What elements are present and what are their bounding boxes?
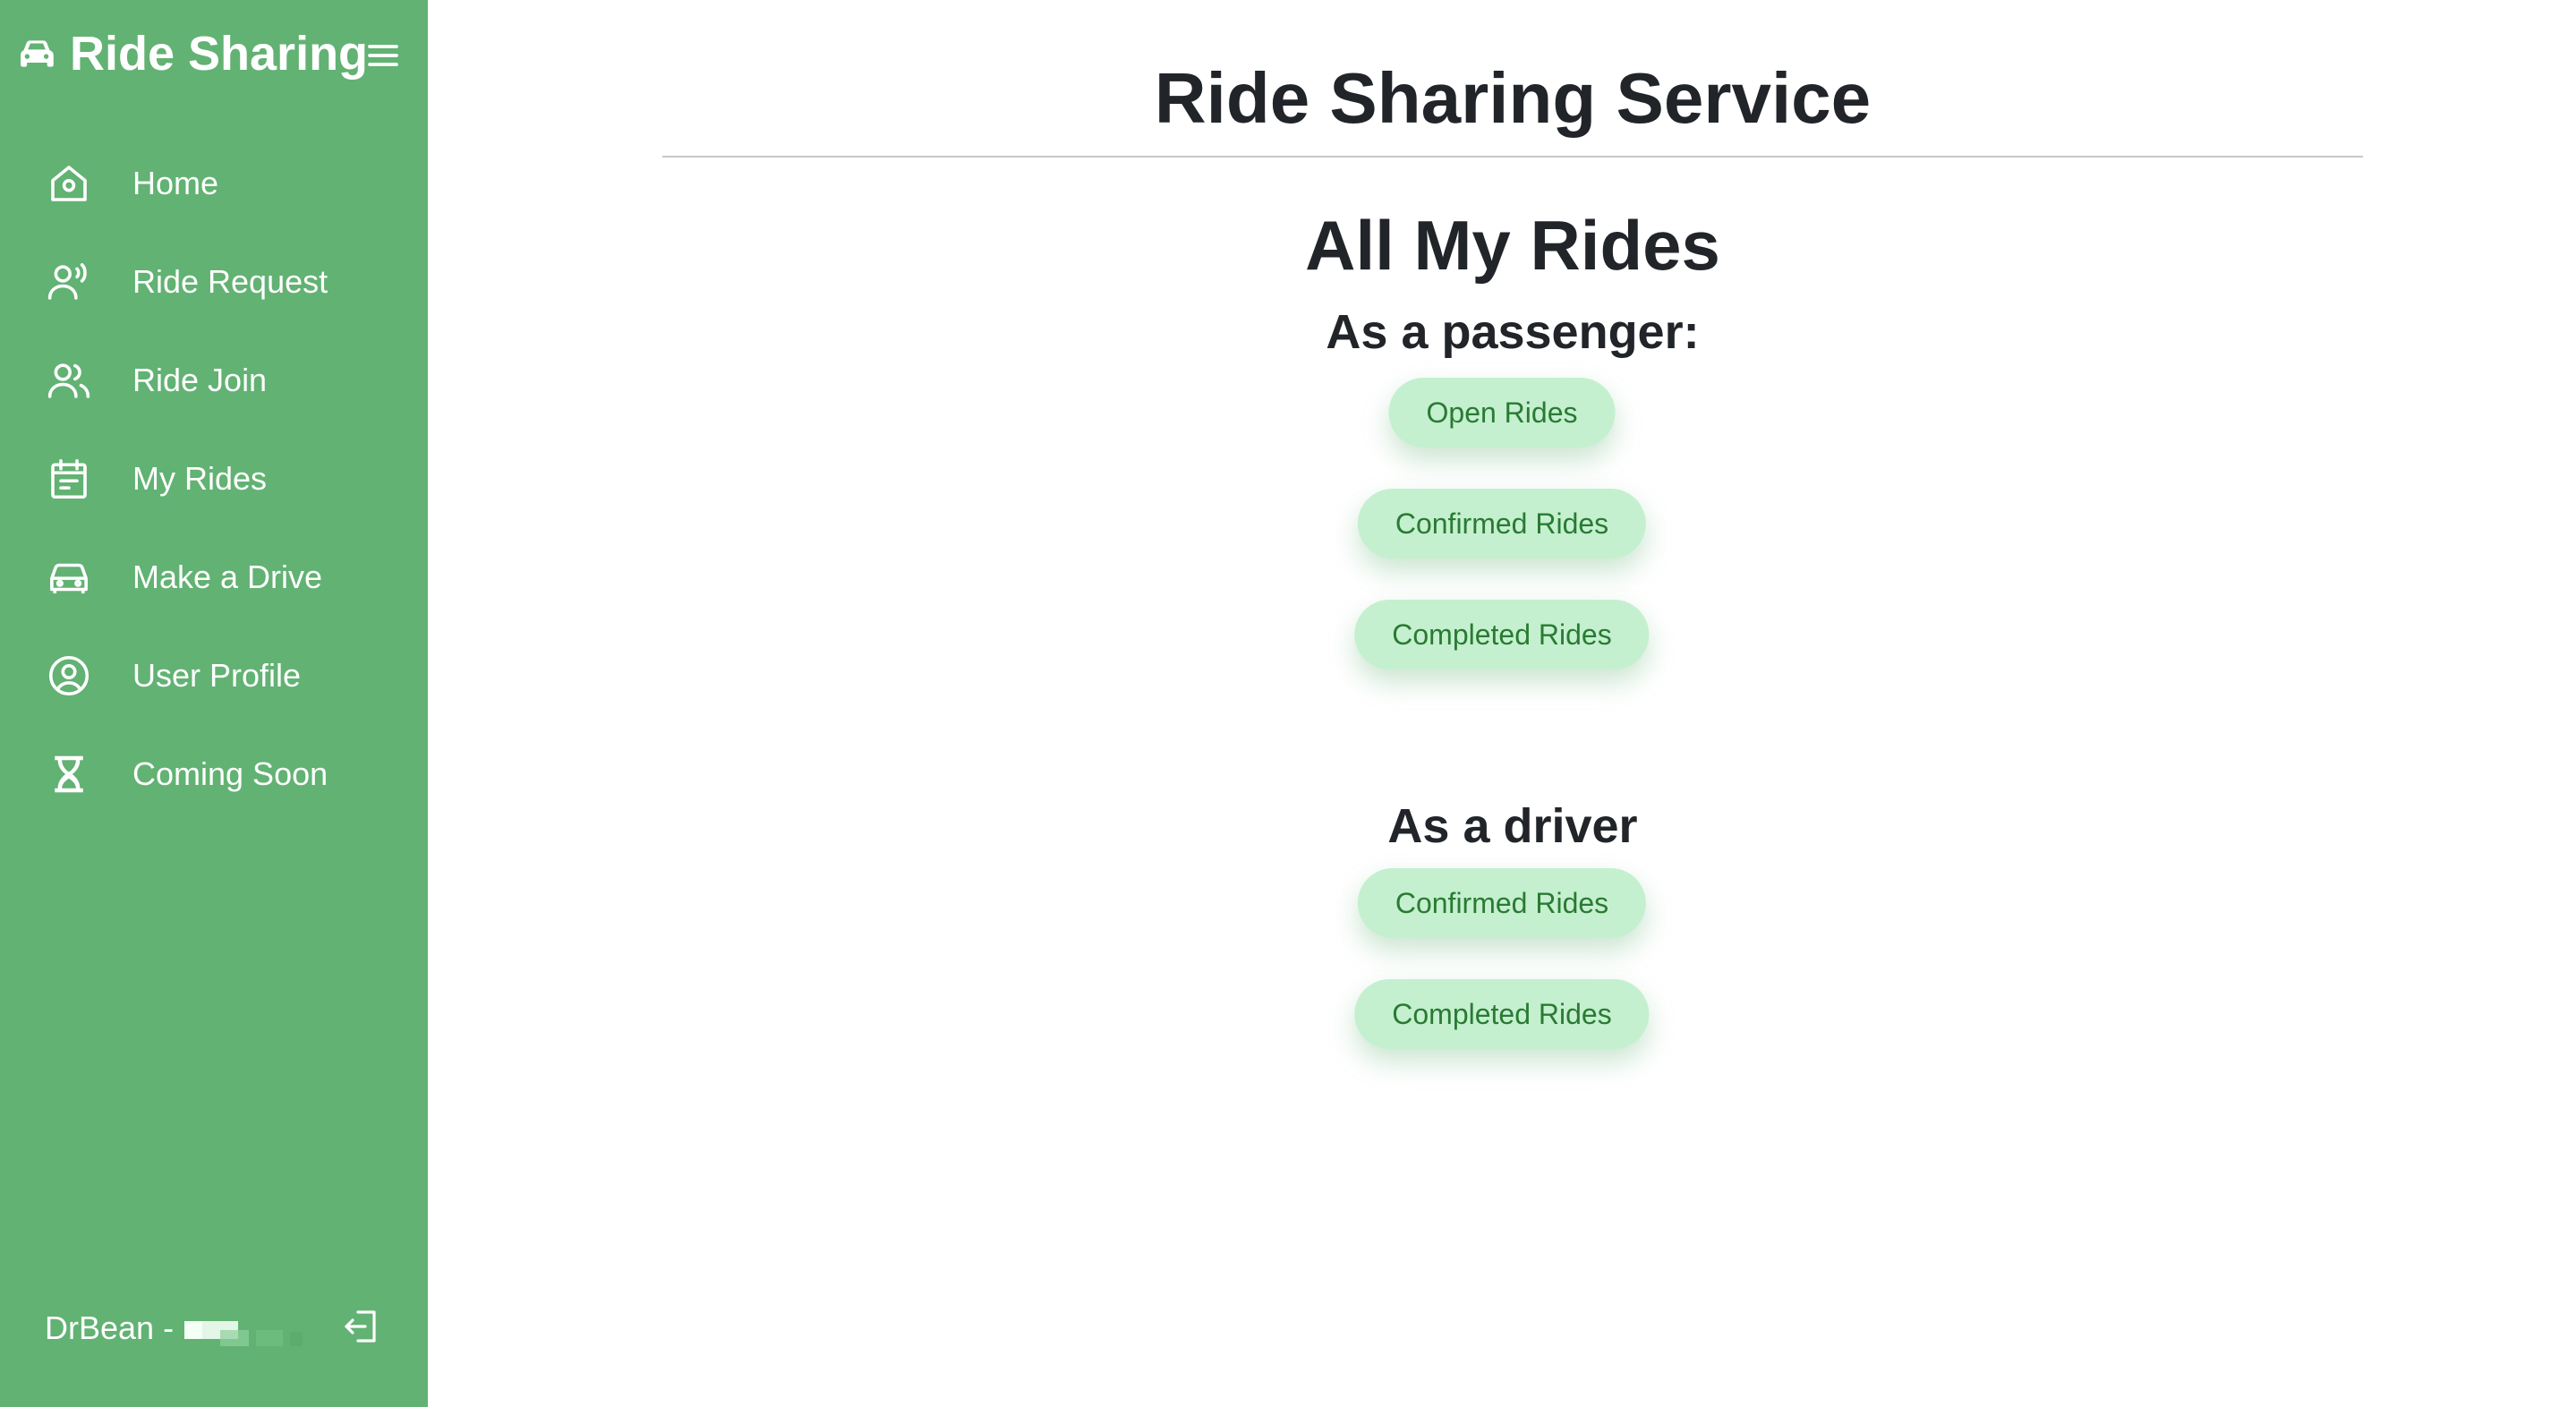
sidebar-item-make-a-drive[interactable]: Make a Drive	[0, 528, 428, 627]
sidebar-item-label: Coming Soon	[132, 755, 328, 792]
driver-completed-rides-button[interactable]: Completed Rides	[1354, 979, 1650, 1049]
passenger-confirmed-rides-button[interactable]: Confirmed Rides	[1357, 489, 1647, 559]
sidebar-item-home[interactable]: Home	[0, 134, 428, 233]
person-voice-icon	[47, 263, 87, 300]
user-circle-icon	[48, 655, 90, 696]
sidebar-item-label: My Rides	[132, 460, 268, 497]
app-root: Ride Sharing Home Ride Request Ride Join…	[0, 0, 2576, 1407]
people-icon	[47, 363, 90, 398]
driver-heading: As a driver	[1387, 799, 1638, 853]
sidebar-item-label: Ride Join	[132, 362, 268, 398]
sidebar-item-coming-soon[interactable]: Coming Soon	[0, 725, 428, 823]
all-my-rides-heading: All My Rides	[1305, 206, 1720, 285]
passenger-completed-rides-button[interactable]: Completed Rides	[1354, 600, 1650, 669]
sidebar-item-user-profile[interactable]: User Profile	[0, 627, 428, 725]
hourglass-icon	[55, 755, 83, 793]
brand[interactable]: Ride Sharing	[14, 23, 368, 84]
logout-icon[interactable]	[340, 1305, 383, 1348]
driver-confirmed-rides-button[interactable]: Confirmed Rides	[1357, 868, 1647, 938]
main-content: Ride Sharing Service All My Rides As a p…	[428, 0, 2576, 1407]
sidebar-item-label: Ride Request	[132, 263, 328, 300]
sidebar-item-label: Make a Drive	[132, 559, 323, 595]
sidebar: Ride Sharing Home Ride Request Ride Join…	[0, 0, 428, 1407]
sidebar-nav: Home Ride Request Ride Join My Rides Mak…	[0, 134, 428, 823]
page-title: Ride Sharing Service	[1154, 58, 1872, 138]
sidebar-item-my-rides[interactable]: My Rides	[0, 430, 428, 528]
user-name: DrBean -	[45, 1309, 175, 1346]
car-icon	[21, 40, 54, 67]
redacted-user-detail	[184, 1309, 337, 1348]
calendar-icon	[51, 458, 87, 499]
hamburger-menu-icon[interactable]	[365, 38, 401, 73]
car-icon	[50, 563, 88, 593]
title-divider	[662, 156, 2363, 158]
passenger-open-rides-button[interactable]: Open Rides	[1388, 378, 1616, 448]
sidebar-item-ride-request[interactable]: Ride Request	[0, 233, 428, 331]
home-icon	[51, 166, 87, 201]
sidebar-item-label: Home	[132, 165, 219, 201]
sidebar-item-ride-join[interactable]: Ride Join	[0, 331, 428, 430]
user-bar: DrBean -	[45, 1301, 385, 1355]
sidebar-item-label: User Profile	[132, 657, 302, 694]
brand-title: Ride Sharing	[70, 27, 369, 81]
passenger-heading: As a passenger:	[1326, 305, 1700, 359]
